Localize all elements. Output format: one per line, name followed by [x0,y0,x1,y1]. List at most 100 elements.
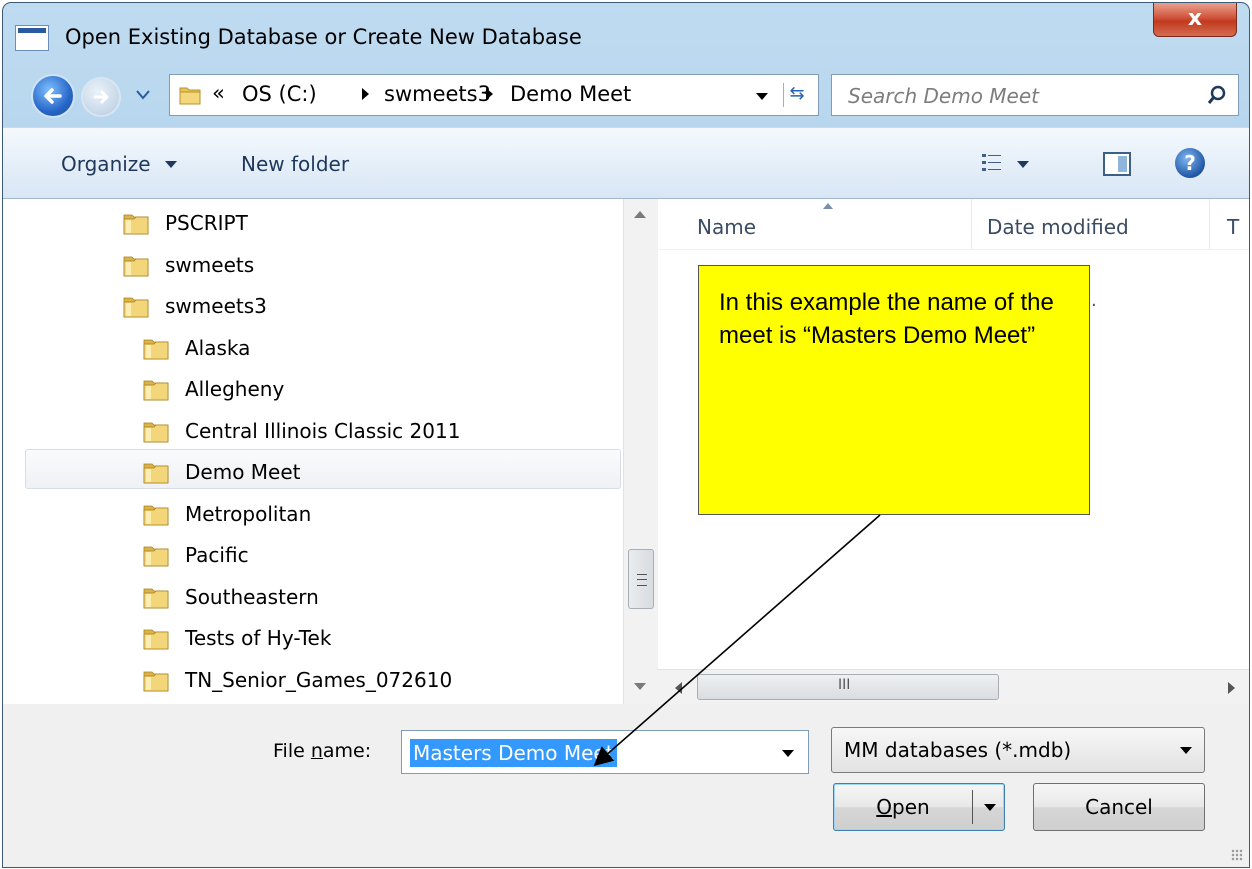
empty-list-marker: · [1091,295,1097,316]
folder-icon [123,212,149,240]
search-box[interactable]: Search Demo Meet [831,74,1239,116]
file-name-value[interactable]: Masters Demo Meet [410,739,617,767]
address-overflow-chevron[interactable]: « [212,81,225,105]
open-dropdown-icon[interactable] [984,804,996,811]
nav-item-swmeets3[interactable]: swmeets3 [3,287,623,327]
file-type-select[interactable]: MM databases (*.mdb) [831,727,1205,773]
nav-item-label: Southeastern [185,584,319,609]
sort-ascending-icon [823,203,833,209]
nav-item-tn-senior-games-072610[interactable]: TN_Senior_Games_072610 [3,661,623,701]
folder-icon [143,461,169,489]
command-toolbar: Organize New folder ? [3,127,1249,199]
scroll-thumb-grip: III [838,677,851,693]
nav-item-tests-of-hy-tek[interactable]: Tests of Hy-Tek [3,619,623,659]
list-horizontal-scrollbar[interactable]: III [657,669,1249,705]
help-icon[interactable]: ? [1175,148,1205,178]
organize-menu[interactable]: Organize [61,152,151,176]
folder-icon [123,295,149,323]
nav-item-southeastern[interactable]: Southeastern [3,578,623,618]
nav-item-swmeets[interactable]: swmeets [3,246,623,286]
app-icon [15,25,49,51]
nav-item-label: Tests of Hy-Tek [185,626,332,650]
file-type-dropdown-icon[interactable] [1180,747,1192,754]
search-placeholder[interactable]: Search Demo Meet [848,84,1039,108]
open-button-label[interactable]: Open [834,784,972,830]
nav-vertical-scrollbar[interactable] [623,199,658,704]
nav-item-label: Metropolitan [185,501,312,526]
scroll-thumb[interactable]: III [697,674,999,700]
nav-item-pscript[interactable]: PSCRIPT [3,204,623,244]
column-divider[interactable] [1209,199,1210,249]
column-divider[interactable] [971,199,972,249]
nav-item-central-illinois-classic-2011[interactable]: Central Illinois Classic 2011 [3,412,623,452]
nav-item-label: Alaska [185,335,251,360]
folder-icon [143,420,169,448]
breadcrumb-separator-icon[interactable] [486,88,493,100]
scroll-left-icon[interactable] [675,682,682,694]
title-bar[interactable]: Open Existing Database or Create New Dat… [3,3,1249,63]
nav-item-label: swmeets [165,252,255,277]
change-view-icon[interactable] [981,152,1003,174]
nav-item-demo-meet[interactable]: Demo Meet [3,453,623,493]
new-folder-button[interactable]: New folder [241,152,349,176]
breadcrumb-swmeets3[interactable]: swmeets3 [384,82,491,106]
grip-icon [637,574,647,586]
forward-arrow-icon [93,90,109,104]
callout-note: In this example the name of the meet is … [698,265,1090,515]
folder-icon [179,87,201,105]
scroll-down-icon[interactable] [634,683,646,690]
forward-button[interactable] [81,77,121,117]
window-title: Open Existing Database or Create New Dat… [65,25,582,49]
nav-item-metropolitan[interactable]: Metropolitan [3,495,623,535]
nav-item-label: Pacific [185,543,249,567]
scroll-up-icon[interactable] [634,211,646,218]
refresh-icon[interactable]: ⇆ [783,83,810,107]
nav-item-pacific[interactable]: Pacific [3,536,623,576]
organize-dropdown-icon[interactable] [165,161,177,168]
scroll-thumb[interactable] [628,549,654,609]
folder-icon [123,254,149,282]
resize-grip-icon[interactable] [1231,849,1243,861]
cancel-button[interactable]: Cancel [1033,783,1205,831]
nav-item-label: PSCRIPT [165,211,248,235]
nav-item-label: swmeets3 [165,294,267,318]
nav-item-label: Central Illinois Classic 2011 [185,418,461,443]
address-dropdown-icon[interactable] [756,93,768,100]
folder-icon [143,544,169,572]
navigation-pane[interactable]: PSCRIPT swmeets swmeets3 Alaska Allegheny Cen… [3,199,623,704]
file-name-field[interactable]: Masters Demo Meet [401,730,809,774]
folder-icon [143,627,169,655]
folder-icon [143,378,169,406]
column-headers: Name Date modified T [657,199,1249,250]
nav-item-label: TN_Senior_Games_072610 [185,667,453,692]
folder-icon [143,586,169,614]
recent-pages-chevron-icon[interactable] [135,89,151,101]
breadcrumb-drive[interactable]: OS (C:) [242,82,317,106]
breadcrumb-demo-meet[interactable]: Demo Meet [510,82,631,106]
preview-pane-icon[interactable] [1103,152,1131,176]
column-header-type[interactable]: T [1227,215,1239,239]
open-button[interactable]: Open [833,783,1005,831]
search-icon[interactable] [1206,84,1228,106]
folder-icon [143,337,169,365]
close-button[interactable]: x [1153,3,1237,37]
view-dropdown-icon[interactable] [1017,161,1029,168]
folder-icon [143,669,169,697]
breadcrumb-separator-icon[interactable] [362,88,369,100]
nav-item-label: Allegheny [185,377,285,401]
back-button[interactable] [31,74,75,118]
address-bar[interactable]: « OS (C:) swmeets3 Demo Meet ⇆ [169,74,819,116]
column-header-date-modified[interactable]: Date modified [987,215,1129,239]
file-type-value[interactable]: MM databases (*.mdb) [844,738,1071,762]
scroll-right-icon[interactable] [1228,682,1235,694]
nav-item-allegheny[interactable]: Allegheny [3,370,623,410]
file-name-label: File name: [273,740,372,762]
column-header-name[interactable]: Name [697,215,756,239]
dialog-footer: File name: Masters Demo Meet MM database… [3,704,1249,867]
navigation-row: « OS (C:) swmeets3 Demo Meet ⇆ Search De… [3,63,1249,127]
split-divider [972,790,973,824]
nav-item-label: Demo Meet [185,460,301,484]
file-name-dropdown-icon[interactable] [782,750,794,757]
nav-item-alaska[interactable]: Alaska [3,329,623,369]
back-arrow-icon [44,88,62,104]
